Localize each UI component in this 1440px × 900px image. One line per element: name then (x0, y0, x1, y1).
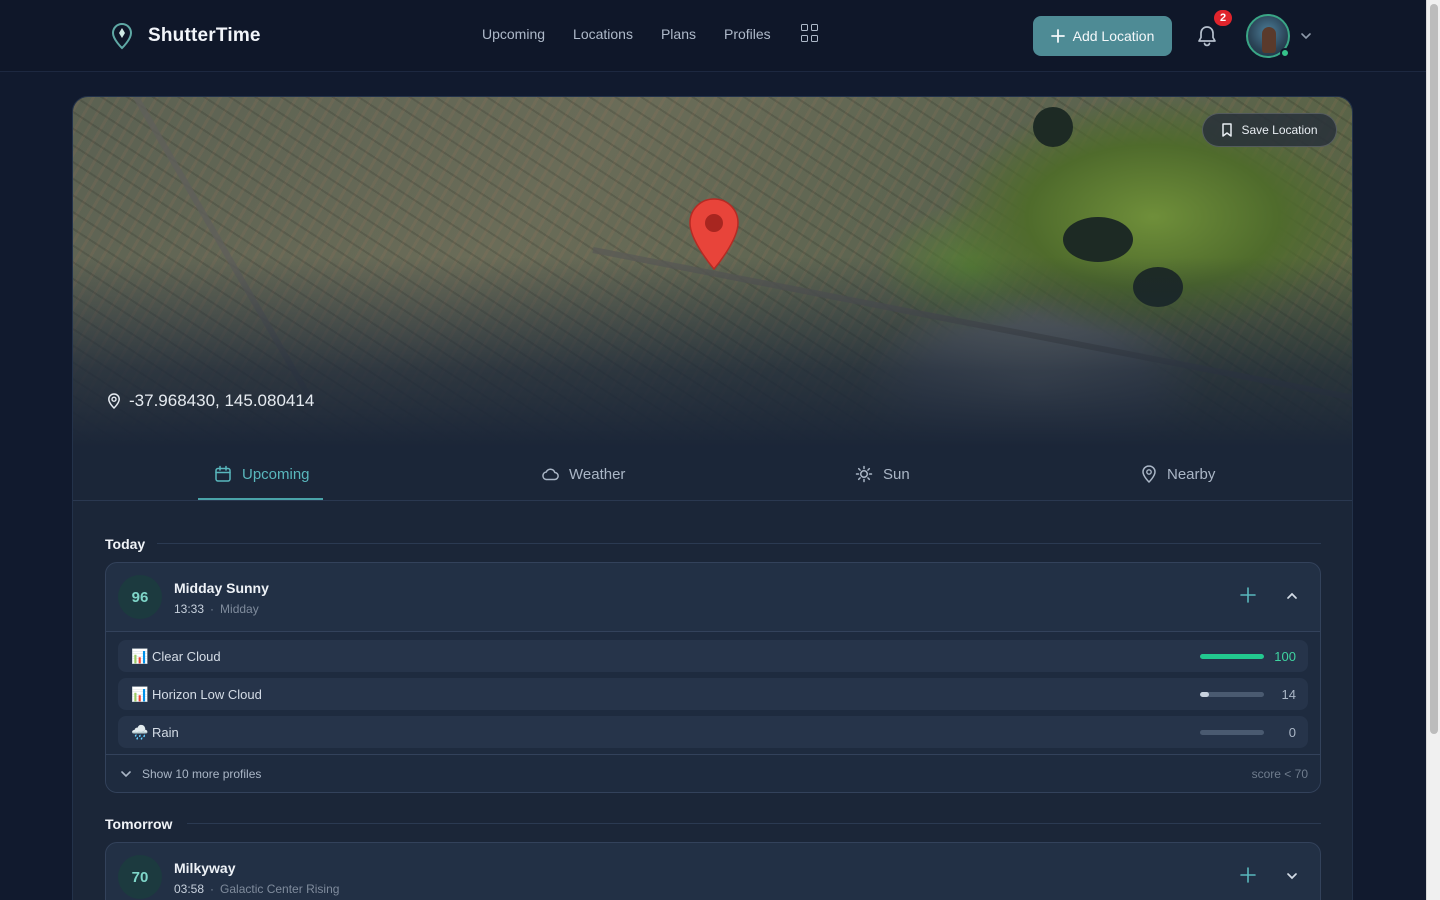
score-badge: 96 (118, 575, 162, 619)
tab-sun[interactable]: Sun (855, 447, 910, 501)
location-pin-icon (1142, 465, 1156, 483)
plus-icon (1050, 29, 1065, 43)
event-card-milkyway: 70 Milkyway 03:58 · Galactic Center Risi… (105, 842, 1321, 900)
separator-dot: · (210, 602, 215, 616)
profile-score: 0 (1288, 725, 1296, 740)
separator-dot: · (210, 882, 215, 896)
chart-icon: 📊 (131, 648, 149, 664)
profile-score: 100 (1274, 649, 1296, 664)
profile-label: Rain (152, 725, 179, 740)
profile-label: Clear Cloud (152, 649, 221, 664)
add-to-plan-icon[interactable] (1240, 867, 1256, 883)
location-pin-icon (108, 393, 120, 409)
brand[interactable]: ShutterTime (110, 22, 261, 50)
save-location-label: Save Location (1241, 123, 1318, 137)
score-badge: 70 (118, 855, 162, 899)
online-status-dot (1280, 48, 1290, 58)
tab-upcoming[interactable]: Upcoming (214, 447, 310, 501)
event-subtitle: 13:33 · Midday (174, 602, 259, 616)
nav-profiles[interactable]: Profiles (724, 26, 771, 42)
event-header[interactable]: 96 Midday Sunny 13:33 · Midday (106, 563, 1320, 631)
nav-locations[interactable]: Locations (573, 26, 633, 42)
save-location-button[interactable]: Save Location (1202, 113, 1337, 147)
list-item: 🌧️ Rain 0 (118, 716, 1308, 748)
sun-icon (855, 465, 873, 483)
list-item: 📊 Clear Cloud 100 (118, 640, 1308, 672)
cloud-icon (542, 468, 559, 481)
event-header[interactable]: 70 Milkyway 03:58 · Galactic Center Risi… (106, 843, 1320, 900)
tab-sun-label: Sun (883, 465, 910, 483)
tab-bar: Upcoming Weather Sun Nearby (73, 447, 1352, 501)
chevron-up-icon[interactable] (1286, 590, 1298, 602)
coordinates-text: -37.968430, 145.080414 (129, 391, 315, 410)
bookmark-icon (1222, 123, 1233, 137)
tab-nearby-label: Nearby (1167, 465, 1216, 483)
profile-score-bar (1200, 692, 1264, 697)
event-time: 03:58 (174, 882, 205, 896)
add-location-label: Add Location (1072, 28, 1155, 44)
show-more-profiles-button[interactable]: Show 10 more profiles (142, 767, 261, 781)
map-pin-icon[interactable] (687, 197, 741, 271)
chevron-down-icon[interactable] (1300, 30, 1312, 42)
profile-score-fill (1200, 692, 1209, 697)
event-time: 13:33 (174, 602, 205, 616)
divider (187, 823, 1321, 824)
event-title: Midday Sunny (174, 580, 269, 596)
profile-score-bar (1200, 654, 1264, 659)
calendar-icon (215, 465, 231, 482)
list-item: 📊 Horizon Low Cloud 14 (118, 678, 1308, 710)
profile-score-fill (1200, 654, 1264, 659)
apps-grid-icon[interactable] (800, 24, 819, 42)
bell-icon[interactable] (1196, 24, 1218, 48)
profile-score: 14 (1281, 687, 1296, 702)
tab-weather-label: Weather (569, 465, 626, 483)
add-location-button[interactable]: Add Location (1033, 16, 1172, 56)
tab-nearby[interactable]: Nearby (1141, 447, 1215, 501)
active-tab-indicator (198, 498, 323, 500)
profile-label: Horizon Low Cloud (152, 687, 262, 702)
divider (157, 543, 1321, 544)
main-nav: Upcoming Locations Plans Profiles (482, 24, 819, 42)
satellite-map[interactable]: Save Location -37.968430, 145.080414 (73, 97, 1352, 447)
logo-pin-icon (111, 22, 133, 50)
profile-score-bar (1200, 730, 1264, 735)
app-name: ShutterTime (148, 25, 261, 46)
event-title: Milkyway (174, 860, 236, 876)
location-card: Save Location -37.968430, 145.080414 Upc… (72, 96, 1353, 900)
tab-weather[interactable]: Weather (541, 447, 625, 501)
profile-list: 📊 Clear Cloud 100 📊 Horizon Low Cloud 14… (106, 631, 1320, 792)
show-more-row: Show 10 more profiles score < 70 (106, 754, 1320, 792)
chart-icon: 📊 (131, 686, 149, 702)
section-today-title: Today (105, 536, 146, 552)
page-scrollbar[interactable] (1426, 0, 1440, 900)
section-tomorrow-title: Tomorrow (105, 816, 173, 832)
coordinates: -37.968430, 145.080414 (107, 391, 314, 411)
event-subtitle: 03:58 · Galactic Center Rising (174, 882, 339, 896)
event-type: Galactic Center Rising (220, 882, 340, 896)
chevron-down-icon[interactable] (120, 768, 132, 780)
event-card-midday-sunny: 96 Midday Sunny 13:33 · Midday 📊 Clear C… (105, 562, 1321, 793)
top-navbar: ShutterTime Upcoming Locations Plans Pro… (0, 0, 1426, 72)
add-to-plan-icon[interactable] (1240, 587, 1256, 603)
chevron-down-icon[interactable] (1286, 870, 1298, 882)
nav-plans[interactable]: Plans (661, 26, 696, 42)
rain-cloud-icon: 🌧️ (131, 724, 149, 740)
tab-upcoming-label: Upcoming (242, 465, 310, 483)
nav-upcoming[interactable]: Upcoming (482, 26, 545, 42)
event-type: Midday (220, 602, 259, 616)
notification-badge: 2 (1214, 10, 1232, 26)
scrollbar-thumb[interactable] (1430, 4, 1438, 734)
score-threshold-note: score < 70 (1251, 767, 1308, 781)
